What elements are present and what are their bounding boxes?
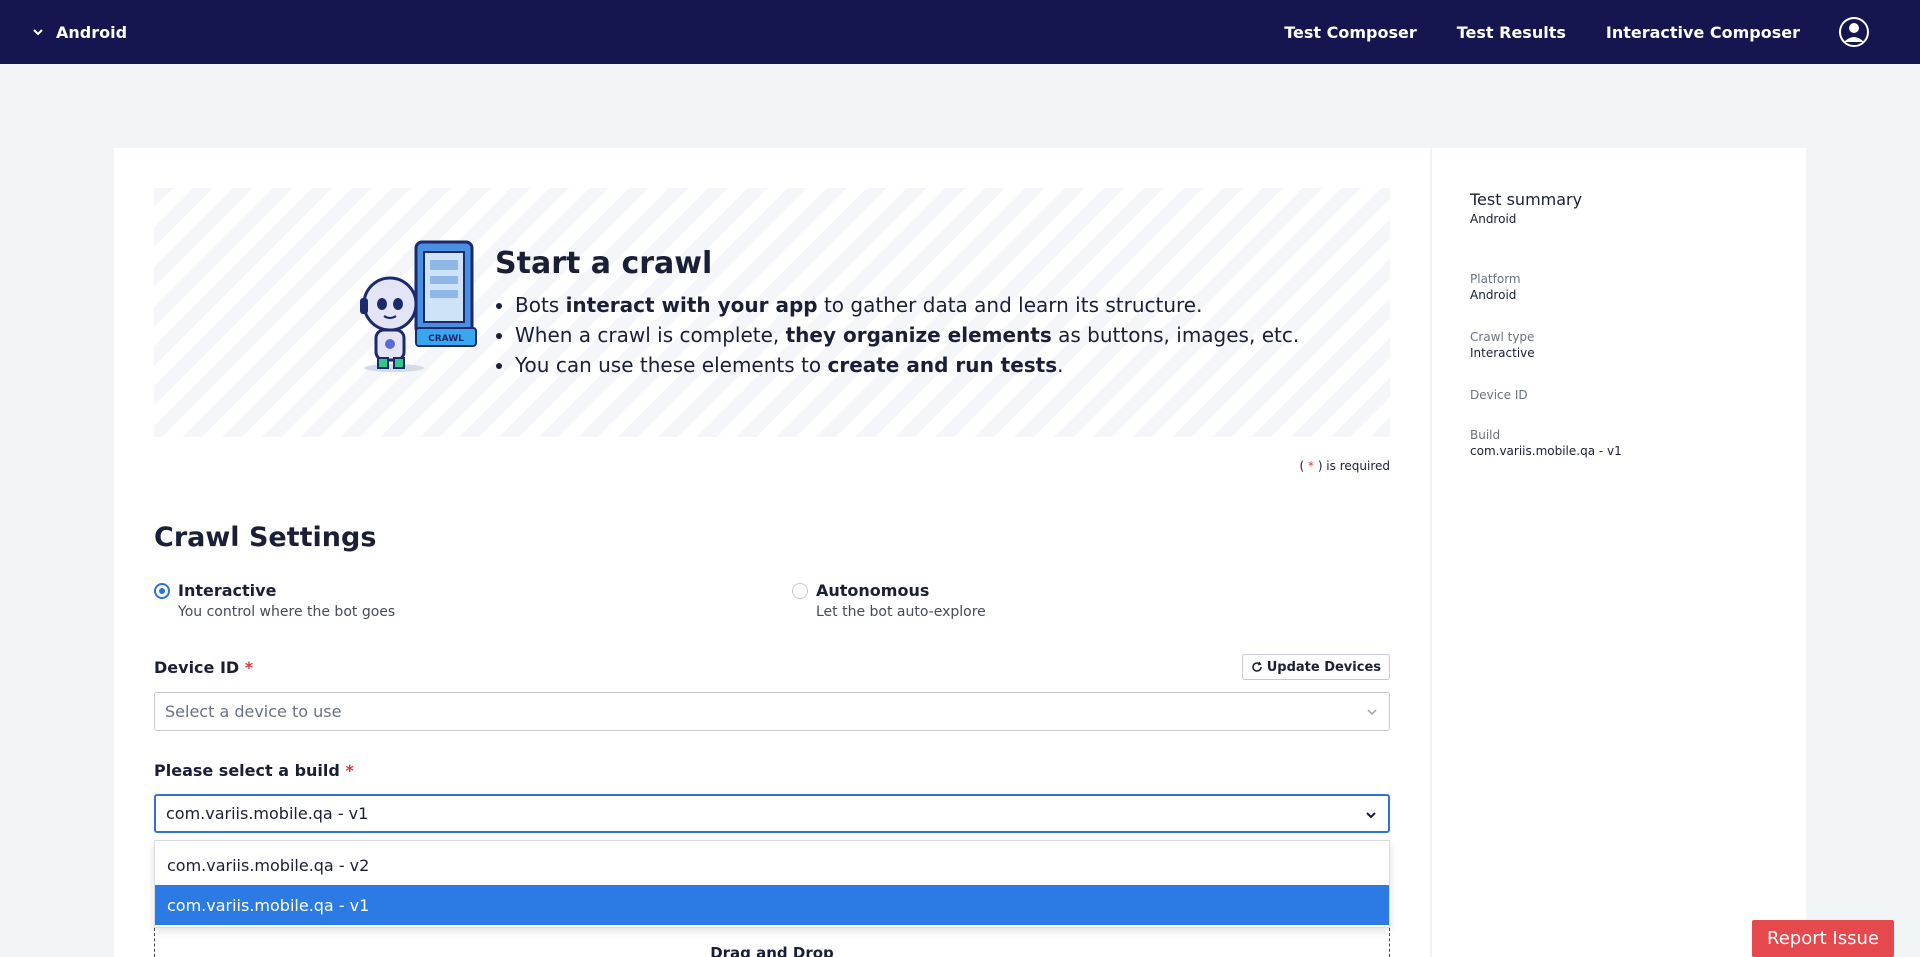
banner-bullets: Bots interact with your app to gather da… (515, 290, 1299, 380)
summary-field-crawl-type: Crawl type Interactive (1470, 330, 1535, 360)
main-nav: Test Composer Test Results Interactive C… (1284, 0, 1800, 64)
build-select[interactable]: com.variis.mobile.qa - v1 (154, 794, 1390, 833)
summary-field-platform: Platform Android (1470, 272, 1521, 302)
robot-illustration-icon: CRAWL (360, 240, 477, 372)
top-nav-bar: Android Test Composer Test Results Inter… (0, 0, 1920, 64)
required-note: ( * ) is required (1299, 459, 1391, 473)
robot-screen-label: CRAWL (428, 334, 464, 344)
test-summary-panel: Test summary Android Platform Android Cr… (1431, 148, 1806, 957)
nav-test-results[interactable]: Test Results (1457, 23, 1566, 42)
chevron-down-icon (1367, 709, 1377, 716)
build-label: Please select a build * (154, 761, 354, 780)
banner-bullet: When a crawl is complete, they organize … (515, 320, 1299, 350)
user-avatar-icon[interactable] (1838, 16, 1870, 48)
mode-radio-autonomous[interactable]: Autonomous Let the bot auto-explore (792, 580, 986, 620)
device-id-select[interactable]: Select a device to use (154, 692, 1390, 731)
update-devices-button[interactable]: Update Devices (1241, 654, 1390, 680)
platform-switcher[interactable]: Android (32, 0, 127, 64)
radio-button-unchecked[interactable] (792, 583, 808, 599)
refresh-icon (1252, 661, 1262, 672)
chevron-down-icon (33, 29, 43, 36)
radio-button-checked[interactable] (154, 583, 170, 599)
crawl-setup-card: CRAWL Start a crawl Bots interact with y… (114, 148, 1430, 957)
crawl-settings-title: Crawl Settings (154, 522, 377, 553)
build-options-dropdown: com.variis.mobile.qa - v2 com.variis.mob… (154, 840, 1390, 928)
summary-header: Test summary Android (1470, 190, 1582, 226)
summary-title: Test summary (1470, 190, 1583, 209)
build-select-value: com.variis.mobile.qa - v1 (166, 804, 369, 823)
build-option[interactable]: com.variis.mobile.qa - v2 (155, 845, 1389, 885)
mode-radio-interactive[interactable]: Interactive You control where the bot go… (154, 580, 395, 620)
crawl-intro-banner: CRAWL Start a crawl Bots interact with y… (154, 188, 1390, 437)
summary-field-device-id: Device ID (1470, 388, 1528, 402)
report-issue-button[interactable]: Report Issue (1752, 920, 1894, 957)
banner-bullet: You can use these elements to create and… (515, 350, 1299, 380)
dropzone-label: Drag and Drop (710, 944, 834, 957)
nav-interactive-composer[interactable]: Interactive Composer (1606, 23, 1800, 42)
chevron-down-icon (1366, 812, 1376, 819)
nav-test-composer[interactable]: Test Composer (1284, 23, 1417, 42)
banner-bullet: Bots interact with your app to gather da… (515, 290, 1299, 320)
device-id-placeholder: Select a device to use (165, 702, 342, 721)
summary-field-build: Build com.variis.mobile.qa - v1 (1470, 428, 1622, 458)
device-id-label: Device ID * (154, 658, 254, 677)
platform-label: Android (56, 22, 128, 42)
banner-title: Start a crawl (495, 246, 713, 281)
build-option-selected[interactable]: com.variis.mobile.qa - v1 (155, 885, 1389, 925)
summary-subtitle: Android (1470, 212, 1517, 226)
